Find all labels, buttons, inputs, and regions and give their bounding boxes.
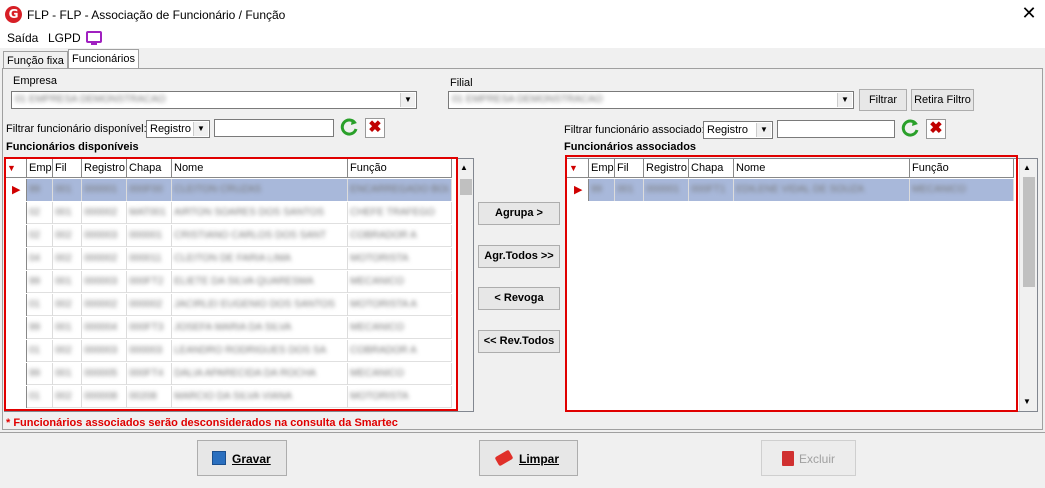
refresh-icon[interactable] [339,117,359,137]
limpar-button[interactable]: Limpar [479,440,578,476]
close-icon[interactable]: ✕ [1018,3,1040,25]
retira-filtro-button[interactable]: Retira Filtro [911,89,974,111]
filtro-disponivel-label: Filtrar funcionário disponível: [6,123,147,135]
tab-funcao-fixa[interactable]: Função fixa [3,51,68,69]
associados-highlight [565,155,1018,412]
divider [0,432,1045,433]
limpar-label: Limpar [519,452,560,466]
gravar-label: Gravar [232,452,271,466]
chevron-down-icon[interactable]: ▼ [193,122,208,136]
save-icon [212,451,226,465]
chevron-down-icon[interactable]: ▼ [1023,397,1031,406]
filtro-associado-input[interactable] [777,120,895,138]
menu-bar [0,30,1045,48]
menu-lgpd[interactable]: LGPD [48,31,81,45]
chevron-down-icon[interactable]: ▼ [400,93,415,107]
filtrar-button[interactable]: Filtrar [859,89,907,111]
filial-label: Filial [450,77,473,89]
gravar-button[interactable]: Gravar [197,440,287,476]
empresa-select[interactable]: 01 EMPRESA DEMONSTRACAO ▼ [11,91,417,109]
empresa-label: Empresa [13,75,58,87]
chevron-up-icon[interactable]: ▲ [1023,163,1031,172]
disponiveis-title: Funcionários disponíveis [6,141,139,153]
window-title: FLP - FLP - Associação de Funcionário / … [27,8,286,22]
associados-title: Funcionários associados [564,141,697,153]
disponiveis-highlight [4,157,458,411]
filtro-disponivel-input[interactable] [214,119,334,137]
monitor-stand-icon [91,43,97,45]
chevron-down-icon[interactable]: ▼ [756,123,771,137]
agrupar-todos-button[interactable]: Agr.Todos >> [478,245,560,268]
agrupa-button[interactable]: Agrupa > [478,202,560,225]
excluir-button: Excluir [761,440,856,476]
revogar-todos-button[interactable]: << Rev.Todos [478,330,560,353]
chevron-up-icon[interactable]: ▲ [460,163,468,172]
filial-value: 01 EMPRESA DEMONSTRACAO [452,94,603,105]
trash-icon [782,451,794,466]
revoga-button[interactable]: < Revoga [478,287,560,310]
clear-filter-icon[interactable]: ✖ [365,118,385,138]
empresa-value: 01 EMPRESA DEMONSTRACAO [15,94,166,105]
vertical-scrollbar[interactable]: ▲ [457,159,473,411]
eraser-icon [494,449,514,467]
vertical-scrollbar[interactable]: ▲ ▼ [1019,159,1037,411]
tab-funcionarios[interactable]: Funcionários [68,49,139,69]
excluir-label: Excluir [799,452,836,466]
scrollbar-thumb[interactable] [1023,177,1035,287]
menu-saida[interactable]: Saída [7,31,38,45]
warning-text: * Funcionários associados serão desconsi… [6,417,398,429]
refresh-icon[interactable] [900,118,920,138]
filtro-associado-select[interactable]: Registro ▼ [703,121,773,139]
clear-filter-icon[interactable]: ✖ [926,119,946,139]
filtro-associado-label: Filtrar funcionário associado: [564,124,705,136]
scrollbar-thumb[interactable] [460,179,472,195]
app-logo-icon: G [5,6,22,23]
chevron-down-icon[interactable]: ▼ [837,93,852,107]
filial-select[interactable]: 01 EMPRESA DEMONSTRACAO ▼ [448,91,854,109]
filtro-disponivel-select[interactable]: Registro ▼ [146,120,210,138]
monitor-icon[interactable] [86,31,102,43]
